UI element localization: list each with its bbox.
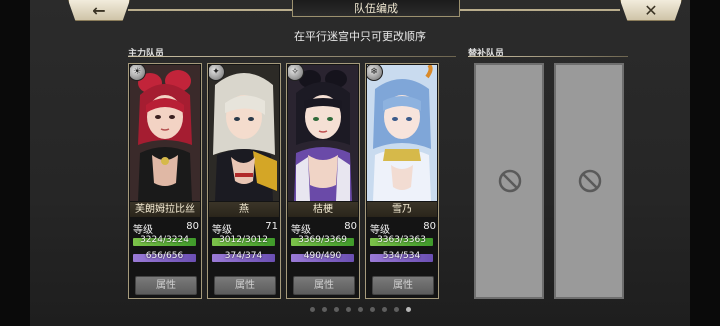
level-label: 等级 [291,225,311,236]
support-slot-empty[interactable] [554,63,624,299]
level-value: 71 [265,221,278,232]
no-entry-icon [498,169,522,193]
character-name: 燕 [209,202,279,217]
level-row: 等级 80 [133,221,199,236]
character-card[interactable]: ☀ 芙朗姆拉比丝 等级 80 3224/3224 656/656 属性 [128,63,202,299]
attribute-button[interactable]: 属性 [135,276,197,295]
hp-value: 3369/3369 [298,235,347,245]
character-name: 雪乃 [367,202,437,217]
level-label: 等级 [212,225,232,236]
character-portrait: ❄ [367,65,437,201]
support-slot-empty[interactable] [474,63,544,299]
page-dot[interactable] [345,307,351,312]
left-black-bar [0,0,30,326]
top-decor-line-right [458,9,620,11]
character-name: 桔梗 [288,202,358,217]
level-row: 等级 71 [212,221,278,236]
hp-value: 3224/3224 [140,235,189,245]
top-decor-line-left [128,9,292,11]
character-card[interactable]: ✦ 燕 等级 71 3012/3012 374/374 属性 [207,63,281,299]
level-row: 等级 80 [291,221,357,236]
hp-value: 3363/3363 [377,235,426,245]
attribute-button[interactable]: 属性 [214,276,276,295]
character-card[interactable]: ❄ 雪乃 等级 80 3363/3363 534/534 属性 [365,63,439,299]
page-dot[interactable] [309,307,315,312]
level-value: 80 [186,221,199,232]
page-dot[interactable] [381,307,387,312]
mp-value: 490/490 [303,251,342,261]
character-portrait: ✦ [209,65,279,201]
page-dot[interactable] [357,307,363,312]
main-members-label: 主力队员 [128,49,165,59]
hp-bar: 3369/3369 [291,235,354,246]
character-card[interactable]: ✧ 桔梗 等级 80 3369/3369 490/490 属性 [286,63,360,299]
page-dot[interactable] [369,307,375,312]
mp-bar: 490/490 [291,251,354,262]
support-members-label: 替补队员 [468,49,505,59]
back-button[interactable]: ← [68,0,130,21]
character-name: 芙朗姆拉比丝 [130,202,200,217]
no-entry-icon [578,169,602,193]
hp-value: 3012/3012 [219,235,268,245]
attribute-button[interactable]: 属性 [372,276,434,295]
page-dot[interactable] [405,307,411,312]
level-row: 等级 80 [370,221,436,236]
main-members-divider [128,56,456,57]
arrow-left-icon: ← [92,0,106,20]
mp-bar: 656/656 [133,251,196,262]
level-value: 80 [344,221,357,232]
mp-bar: 534/534 [370,251,433,262]
right-black-bar [690,0,720,326]
character-portrait: ☀ [130,65,200,201]
hp-bar: 3224/3224 [133,235,196,246]
hp-bar: 3363/3363 [370,235,433,246]
close-x-icon: ✕ [644,0,658,20]
mp-bar: 374/374 [212,251,275,262]
close-button[interactable]: ✕ [620,0,682,21]
mp-value: 656/656 [145,251,184,261]
character-portrait: ✧ [288,65,358,201]
support-members-divider [468,56,628,57]
page-title: 队伍编成 [292,0,460,17]
page-dot[interactable] [393,307,399,312]
page-indicator [0,307,720,312]
attribute-button[interactable]: 属性 [293,276,355,295]
mp-value: 374/374 [224,251,263,261]
page-dot[interactable] [321,307,327,312]
hp-bar: 3012/3012 [212,235,275,246]
level-value: 80 [423,221,436,232]
page-dot[interactable] [333,307,339,312]
notice-text: 在平行迷宫中只可更改顺序 [294,30,426,43]
mp-value: 534/534 [382,251,421,261]
level-label: 等级 [370,225,390,236]
level-label: 等级 [133,225,153,236]
